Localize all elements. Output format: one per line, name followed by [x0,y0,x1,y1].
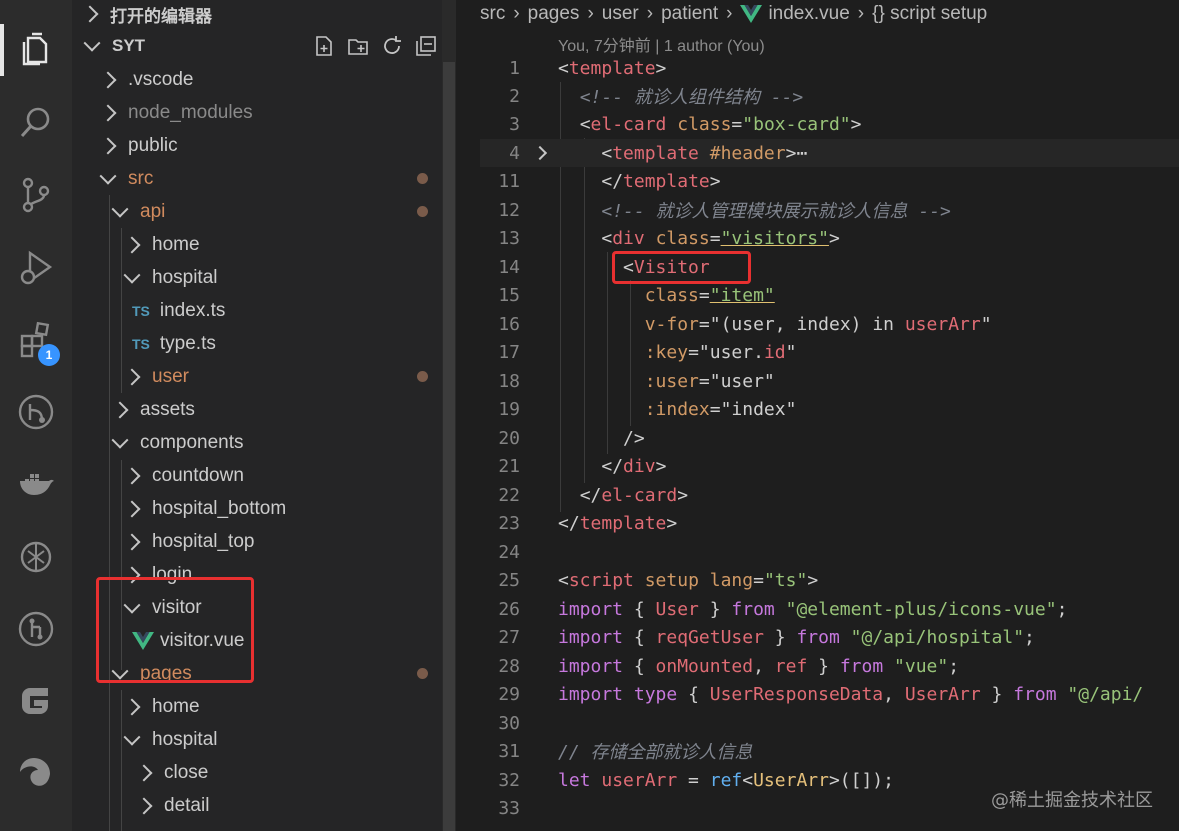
chevron-down-icon [83,34,101,52]
code-line[interactable]: 23 </template > [480,509,1179,537]
tree-item-detail[interactable]: detail [135,789,209,822]
modified-dot [417,206,428,217]
code-line[interactable]: 28 import { onMounted, ref } from "vue"; [480,652,1179,680]
new-folder-icon[interactable] [346,34,370,58]
breadcrumb-item[interactable]: index.vue [768,3,849,25]
source-control-icon[interactable] [0,165,72,225]
code-line[interactable]: 18 :user = "user" [480,367,1179,395]
code-line[interactable]: 1 < template > [480,54,1179,82]
code-line[interactable]: 13 < div class = "visitors" > [480,224,1179,252]
tree-item-src[interactable]: src [99,162,153,195]
code-line[interactable]: 3 < el-card class = "box-card" > [480,110,1179,138]
refresh-icon[interactable] [380,34,404,58]
code-line[interactable]: 4 < template #header > ⋯ [480,139,1179,167]
tree-item-hospital-bottom[interactable]: hospital_bottom [123,492,286,525]
watermark: @稀土掘金技术社区 [991,790,1153,811]
github-icon[interactable] [0,599,72,659]
code-line[interactable]: 22 </el-card > [480,481,1179,509]
codelens-blame[interactable]: You, 7分钟前 | 1 author (You) [558,32,765,56]
code-line[interactable]: 29 import type { UserResponseData, UserAr… [480,680,1179,708]
tree-item-api-user[interactable]: user [123,360,189,393]
code-line[interactable]: 24 [480,538,1179,566]
code-line[interactable]: 25 < script setup lang = "ts" > [480,566,1179,594]
docker-icon[interactable] [0,455,72,515]
code-line[interactable]: 30 [480,709,1179,737]
code-line[interactable]: 17 :key = " user. id " [480,338,1179,366]
tree-item-pages-home[interactable]: home [123,690,200,723]
modified-dot [417,371,428,382]
tree-item-node-modules[interactable]: node_modules [99,96,253,129]
tree-item-assets[interactable]: assets [111,393,195,426]
tree-item-index-ts[interactable]: TS index.ts [132,294,225,327]
open-editors-section[interactable]: 打开的编辑器 [72,0,442,28]
git-graph-icon[interactable] [0,382,72,442]
breadcrumb-item[interactable]: user [602,3,639,25]
project-section-header[interactable]: SYT [72,30,442,62]
indent-guide [121,228,122,393]
tree-item-type-ts[interactable]: TS type.ts [132,327,216,360]
modified-dot [417,173,428,184]
code-line[interactable]: 2 <!-- 就诊人组件结构 --> [480,82,1179,110]
breadcrumb-item[interactable]: {} script setup [872,3,987,25]
highlight-box [612,251,751,284]
open-editors-label: 打开的编辑器 [110,6,212,26]
tree-item-vscode[interactable]: .vscode [99,63,193,96]
indent-guide [121,690,122,831]
run-debug-icon[interactable] [0,237,72,297]
indent-guide [109,195,110,831]
tree-item-api[interactable]: api [111,195,165,228]
tree-item-pages-hospital[interactable]: hospital [123,723,218,756]
new-file-icon[interactable] [312,34,336,58]
code-line[interactable]: 31// 存储全部就诊人信息 [480,737,1179,765]
code-line[interactable]: 12 <!-- 就诊人管理模块展示就诊人信息 --> [480,196,1179,224]
code-line[interactable]: 14 < Visitor [480,253,1179,281]
typescript-file-icon: TS [132,335,150,352]
explorer-icon[interactable] [0,20,72,80]
tree-item-close[interactable]: close [135,756,208,789]
chevron-right-icon [81,5,99,23]
breadcrumb-item[interactable]: pages [528,3,580,25]
sidebar-scrollbar-thumb[interactable] [443,62,455,831]
edge-icon[interactable] [0,742,72,802]
tree-item-countdown[interactable]: countdown [123,459,244,492]
code-line[interactable]: 15 class = "item" [480,281,1179,309]
code-line[interactable]: 19 :index = "index" [480,395,1179,423]
tree-item-public[interactable]: public [99,129,178,162]
breadcrumb-item[interactable]: src [480,3,505,25]
code-line[interactable]: 11 </template > [480,167,1179,195]
vue-file-icon [740,5,763,23]
typescript-file-icon: TS [132,302,150,319]
gitee-icon[interactable] [0,670,72,730]
highlight-box [96,577,254,683]
chatgpt-icon[interactable] [0,527,72,587]
tree-item-components[interactable]: components [111,426,244,459]
code-line[interactable]: 27 import { reqGetUser } from "@/api/hosp… [480,623,1179,651]
tree-item-api-home[interactable]: home [123,228,200,261]
breadcrumb-item[interactable]: patient [661,3,718,25]
modified-dot [417,668,428,679]
tree-item-hospital-top[interactable]: hospital_top [123,525,254,558]
code-line[interactable]: 16 v-for = "(user, index) in userArr " [480,310,1179,338]
search-icon[interactable] [0,92,72,152]
project-label: SYT [112,36,146,55]
code-line[interactable]: 20 /> [480,424,1179,452]
extensions-icon[interactable]: 1 [0,310,72,370]
breadcrumb: src › pages › user › patient › index.vue › {}… [480,3,988,25]
collapse-all-icon[interactable] [414,34,438,58]
tree-item-api-hospital[interactable]: hospital [123,261,218,294]
extensions-badge: 1 [38,344,60,366]
activity-bar: 1 [0,0,72,831]
code-line[interactable]: 26 import { User } from "@element-plus/ic… [480,595,1179,623]
code-line[interactable]: 21 </div > [480,452,1179,480]
